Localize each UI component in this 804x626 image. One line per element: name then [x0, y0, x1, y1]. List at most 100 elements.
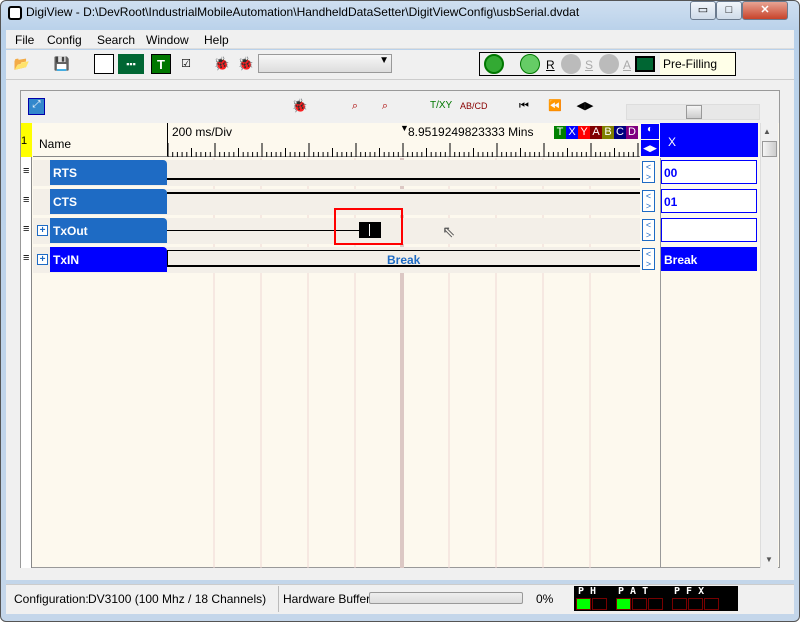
- menu-search[interactable]: Search: [97, 33, 135, 47]
- cursor-sync-icon[interactable]: ◐: [641, 124, 659, 139]
- abort-icon[interactable]: [599, 54, 619, 74]
- expand-icon[interactable]: +: [37, 254, 48, 265]
- signal-nav-icon[interactable]: < >: [642, 190, 655, 212]
- signal-value: 00: [661, 160, 757, 184]
- mouse-cursor-icon: ⇖: [442, 224, 456, 241]
- config-label: Configuration:: [14, 592, 89, 606]
- rts-waveform: [167, 178, 640, 180]
- goto-start-end-icon[interactable]: ⏮: [514, 96, 534, 116]
- expand-horizontal-icon[interactable]: ◀▶: [641, 140, 659, 156]
- menu-file[interactable]: File: [15, 33, 34, 47]
- menu-help[interactable]: Help: [204, 33, 229, 47]
- signal-nav-icon[interactable]: < >: [642, 219, 655, 241]
- run-icon[interactable]: [520, 54, 540, 74]
- close-button[interactable]: ✕: [742, 1, 788, 20]
- stop-icon[interactable]: [561, 54, 581, 74]
- run-label: R: [546, 58, 555, 72]
- vertical-scrollbar-thumb[interactable]: [762, 141, 777, 157]
- capture-status: Pre-Filling: [660, 53, 735, 75]
- capture-icon[interactable]: 🐞: [212, 54, 232, 74]
- cursor-tag-c[interactable]: C: [614, 126, 626, 139]
- scroll-down-icon[interactable]: ▼: [765, 555, 773, 564]
- config-value: DV3100 (100 Mhz / 18 Channels): [88, 592, 267, 606]
- cursor-tag-x[interactable]: X: [566, 126, 578, 139]
- status-indicators: P HP A TP F X: [574, 586, 738, 611]
- txin-bus-label: Break: [387, 253, 421, 267]
- chevron-down-icon[interactable]: ▼: [379, 55, 389, 66]
- indicator-label: P A T: [618, 586, 649, 597]
- menu-config[interactable]: Config: [47, 33, 82, 47]
- drag-handle-icon[interactable]: ≡: [23, 195, 31, 206]
- drag-handle-icon[interactable]: ≡: [23, 224, 31, 235]
- app-icon: [8, 6, 22, 20]
- signal-nav-icon[interactable]: < >: [642, 248, 655, 270]
- open-folder-icon[interactable]: 📂: [12, 54, 32, 74]
- cursor-tag-b[interactable]: B: [602, 126, 614, 139]
- indicator-led: [592, 598, 607, 610]
- search-edge-icon[interactable]: ⌕: [345, 96, 365, 116]
- indicator-led: [632, 598, 647, 610]
- menu-window[interactable]: Window: [146, 33, 189, 47]
- expand-icon[interactable]: +: [37, 225, 48, 236]
- indicator-label: P H: [578, 586, 597, 597]
- save-icon[interactable]: 💾: [52, 54, 72, 74]
- indicator-led: [648, 598, 663, 610]
- signal-name[interactable]: RTS: [50, 160, 167, 185]
- cursor-time: 8.9519249823333 Mins: [408, 125, 534, 139]
- txout-waveform: [167, 230, 360, 231]
- signal-value: [661, 218, 757, 242]
- prev-next-icon[interactable]: ⏪: [545, 96, 565, 116]
- indicator-led: [688, 598, 703, 610]
- cursor-tag-a[interactable]: A: [590, 126, 602, 139]
- window-title: DigiView - D:\DevRoot\IndustrialMobileAu…: [26, 5, 580, 19]
- hardware-icon[interactable]: ▪▪▪: [118, 54, 144, 74]
- cursor-tag-t[interactable]: T: [554, 126, 566, 139]
- status-led: [635, 56, 655, 72]
- fit-view-icon[interactable]: ⤢: [28, 98, 45, 115]
- cursor-txy-icon[interactable]: T/XY: [430, 96, 452, 116]
- signal-name[interactable]: TxIN: [50, 247, 167, 272]
- cursor-abcd-icon[interactable]: AB/CD: [460, 96, 488, 116]
- time-per-div: 200 ms/Div: [172, 125, 233, 139]
- cts-waveform: [167, 192, 640, 194]
- signal-name[interactable]: CTS: [50, 189, 167, 214]
- capture-trigger-icon[interactable]: 🐞: [290, 96, 310, 116]
- vertical-scrollbar[interactable]: [760, 123, 778, 568]
- status-divider: [278, 586, 279, 612]
- cursor-tag-y[interactable]: Y: [578, 126, 590, 139]
- toolbar-combo[interactable]: ▼: [258, 54, 392, 73]
- signal-name[interactable]: TxOut: [50, 218, 167, 243]
- cursor-tags: TXYABCD: [554, 124, 638, 139]
- group-column: [21, 123, 32, 568]
- minimize-button[interactable]: ▭: [690, 1, 716, 20]
- text-view-icon[interactable]: T: [151, 54, 171, 74]
- indicator-led: [704, 598, 719, 610]
- buffer-percent: 0%: [536, 592, 554, 606]
- capture-alt-icon[interactable]: 🐞: [236, 54, 256, 74]
- indicator-led: [672, 598, 687, 610]
- indicator-led: [616, 598, 631, 610]
- signal-value: 01: [661, 189, 757, 213]
- zoom-scrollbar-thumb[interactable]: [686, 105, 702, 119]
- group-number: 1: [21, 123, 32, 157]
- signal-nav-icon[interactable]: < >: [642, 161, 655, 183]
- drag-handle-icon[interactable]: ≡: [23, 253, 31, 264]
- value-header: X: [660, 123, 758, 157]
- run-repeat-icon[interactable]: [484, 54, 504, 74]
- drag-handle-icon[interactable]: ≡: [23, 166, 31, 177]
- cursor-tag-d[interactable]: D: [626, 126, 638, 139]
- maximize-button[interactable]: □: [716, 1, 742, 20]
- abort-label: A: [623, 58, 632, 72]
- indicator-label: P F X: [674, 586, 705, 597]
- step-icon[interactable]: ◀▶: [575, 96, 595, 116]
- stop-label: S: [585, 58, 594, 72]
- indicator-led: [576, 598, 591, 610]
- highlight-box: [334, 208, 403, 245]
- name-header: Name: [33, 123, 167, 157]
- scroll-up-icon[interactable]: ▲: [763, 127, 771, 136]
- buffer-label: Hardware Buffer:: [283, 592, 374, 606]
- search-io-icon[interactable]: ⌕: [375, 96, 395, 116]
- signal-value: Break: [661, 247, 757, 271]
- new-window-icon[interactable]: [94, 54, 114, 74]
- settings-list-icon[interactable]: ☑: [176, 54, 196, 74]
